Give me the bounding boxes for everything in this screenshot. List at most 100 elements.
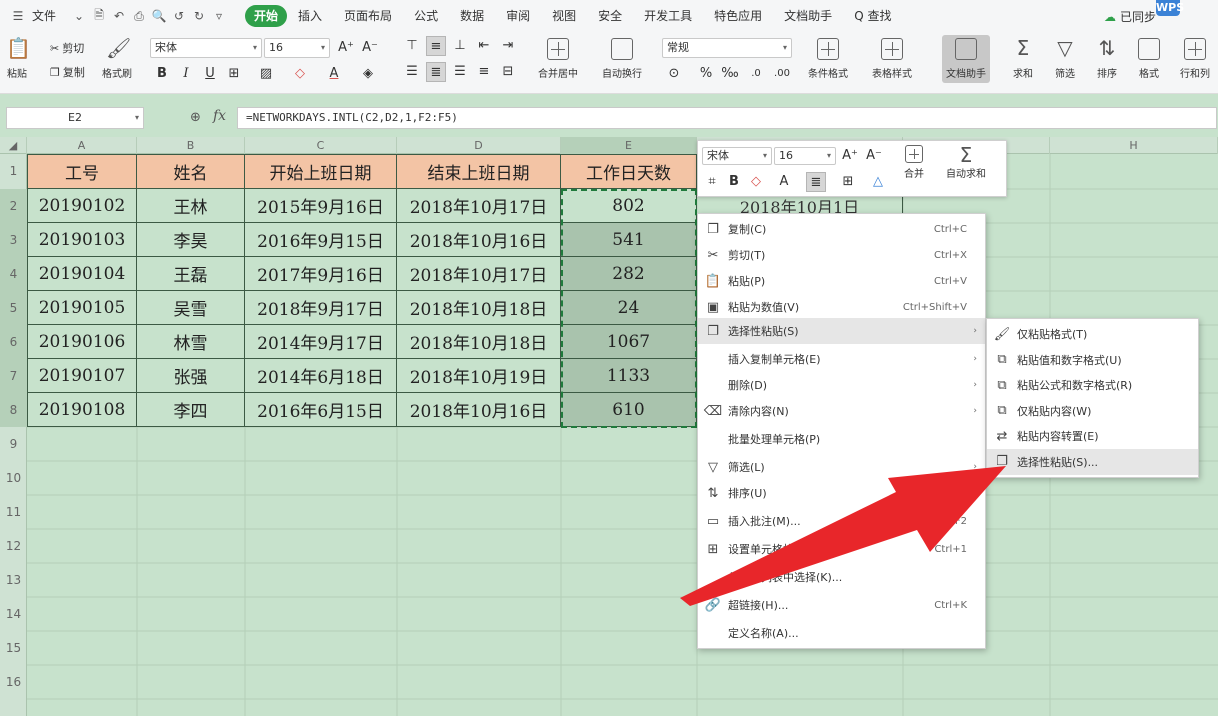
align-top-button[interactable]: ⊤ [402, 36, 422, 56]
row-header-4[interactable]: 4 [0, 257, 27, 291]
print-preview-icon[interactable]: 🔍 [151, 8, 167, 24]
cell-d3[interactable]: 2018年10月16日 [397, 223, 561, 257]
align-middle-button[interactable]: ≡ [426, 36, 446, 56]
bold-button[interactable]: B [152, 64, 172, 84]
align-bottom-button[interactable]: ⊥ [450, 36, 470, 56]
cell-b4[interactable]: 王磊 [137, 257, 245, 291]
tab-8[interactable]: 开发工具 [633, 5, 703, 27]
tab-3[interactable]: 公式 [403, 5, 449, 27]
file-menu[interactable]: 文件 [30, 5, 67, 27]
format-painter-button[interactable]: 🖌 格式刷 [102, 38, 132, 80]
distribute-button[interactable]: ⊟ [498, 62, 518, 82]
currency-icon[interactable]: ⊙ [664, 64, 684, 84]
row-col-button[interactable]: 行和列 [1180, 38, 1210, 80]
mini-bold-button[interactable]: B [724, 172, 744, 192]
print-icon[interactable]: ⎙ [131, 8, 147, 24]
tab-7[interactable]: 安全 [587, 5, 633, 27]
font-name-select[interactable]: 宋体 ▾ [150, 38, 262, 58]
cell-e3[interactable]: 541 [561, 223, 697, 257]
cell-e8[interactable]: 610 [561, 393, 697, 427]
row-header-15[interactable]: 15 [0, 631, 27, 665]
name-box[interactable]: E2 ▾ [6, 107, 144, 129]
context-menu-item-10[interactable]: ⇅ 排序(U) › [698, 480, 985, 506]
sum-button[interactable]: Σ 求和 [1012, 38, 1034, 80]
row-header-16[interactable]: 16 [0, 665, 27, 699]
cell-c4[interactable]: 2017年9月16日 [245, 257, 397, 291]
justify-button[interactable]: ≡ [474, 62, 494, 82]
header-cell-c[interactable]: 开始上班日期 [245, 154, 397, 189]
context-menu-item-14[interactable]: 🔗 超链接(H)... Ctrl+K [698, 592, 985, 618]
mini-format-painter-icon[interactable]: ⌗ [702, 172, 722, 192]
mini-align-center-button[interactable]: ≣ [806, 172, 826, 192]
cell-c3[interactable]: 2016年9月15日 [245, 223, 397, 257]
select-all-corner[interactable]: ◢ [0, 137, 27, 154]
row-header-3[interactable]: 3 [0, 223, 27, 257]
font-shrink-button[interactable]: A⁻ [360, 38, 380, 58]
tab-2[interactable]: 页面布局 [333, 5, 403, 27]
mini-fill-color-button[interactable]: ◇ [746, 172, 766, 192]
fill-color-button[interactable]: ◇ [290, 64, 310, 84]
align-right-button[interactable]: ☰ [450, 62, 470, 82]
filter-button[interactable]: ▽ 筛选 [1054, 38, 1076, 80]
cell-b8[interactable]: 李四 [137, 393, 245, 427]
cell-c7[interactable]: 2014年6月18日 [245, 359, 397, 393]
dropdown-icon[interactable]: ▿ [211, 8, 227, 24]
column-header-e[interactable]: E [561, 137, 697, 154]
font-grow-button[interactable]: A⁺ [336, 38, 356, 58]
table-style-button[interactable]: 表格样式 [872, 38, 912, 80]
tab-4[interactable]: 数据 [449, 5, 495, 27]
context-menu-item-3[interactable]: ▣ 粘贴为数值(V) Ctrl+Shift+V [698, 294, 985, 320]
mini-font-grow-button[interactable]: A⁺ [840, 146, 860, 166]
mini-border-button[interactable]: ⊞ [838, 172, 858, 192]
align-left-button[interactable]: ☰ [402, 62, 422, 82]
thousands-icon[interactable]: ‰ [720, 64, 740, 84]
row-header-14[interactable]: 14 [0, 597, 27, 631]
context-menu-item-1[interactable]: ✂ 剪切(T) Ctrl+X [698, 242, 985, 268]
redo-icon[interactable]: ↻ [191, 8, 207, 24]
cell-a2[interactable]: 20190102 [27, 189, 137, 223]
mini-autosum-button[interactable]: Σ 自动求和 [946, 145, 986, 180]
submenu-item-0[interactable]: 🖌 仅粘贴格式(T) [987, 321, 1198, 347]
cell-c6[interactable]: 2014年9月17日 [245, 325, 397, 359]
submenu-item-4[interactable]: ⇄ 粘贴内容转置(E) [987, 423, 1198, 449]
row-header-2[interactable]: 2 [0, 189, 27, 223]
context-menu-item-11[interactable]: ▭ 插入批注(M)... Shift+F2 [698, 508, 985, 534]
context-menu-item-13[interactable]: 从下拉列表中选择(K)... [698, 564, 985, 590]
sort-button[interactable]: ⇅ 排序 [1096, 38, 1118, 80]
mini-fill-bucket-button[interactable]: △ [868, 172, 888, 192]
align-center-button[interactable]: ≣ [426, 62, 446, 82]
mini-font-name-select[interactable]: 宋体 ▾ [702, 147, 772, 165]
header-cell-b[interactable]: 姓名 [137, 154, 245, 189]
wrap-text-button[interactable]: 自动换行 [602, 38, 642, 80]
context-menu-item-4[interactable]: ❐ 选择性粘贴(S) › [698, 318, 985, 344]
row-header-1[interactable]: 1 [0, 154, 27, 189]
save-icon[interactable]: 🗎 [91, 8, 107, 24]
clear-format-button[interactable]: ◈ [358, 64, 378, 84]
column-header-h[interactable]: H [1050, 137, 1218, 154]
hamburger-icon[interactable]: ☰ [10, 8, 26, 24]
context-menu-item-15[interactable]: 定义名称(A)... [698, 620, 985, 646]
cell-a8[interactable]: 20190108 [27, 393, 137, 427]
tab-0[interactable]: 开始 [245, 5, 288, 27]
tab-5[interactable]: 审阅 [495, 5, 541, 27]
border-button[interactable]: ⊞ [224, 64, 244, 84]
row-header-7[interactable]: 7 [0, 359, 27, 393]
paste-button[interactable]: 📋 粘贴 [6, 38, 31, 80]
row-header-8[interactable]: 8 [0, 393, 27, 427]
row-header-6[interactable]: 6 [0, 325, 27, 359]
number-format-select[interactable]: 常规 ▾ [662, 38, 792, 58]
header-cell-d[interactable]: 结束上班日期 [397, 154, 561, 189]
submenu-item-3[interactable]: ⧉ 仅粘贴内容(W) [987, 398, 1198, 424]
cell-d4[interactable]: 2018年10月17日 [397, 257, 561, 291]
search-button[interactable]: Q 查找 [843, 5, 902, 27]
column-header-b[interactable]: B [137, 137, 245, 154]
column-header-d[interactable]: D [397, 137, 561, 154]
indent-increase-button[interactable]: ⇥ [498, 36, 518, 56]
context-menu-item-7[interactable]: ⌫ 清除内容(N) › [698, 398, 985, 424]
cell-d5[interactable]: 2018年10月18日 [397, 291, 561, 325]
fill-type-button[interactable]: ▨ [256, 64, 276, 84]
cell-b7[interactable]: 张强 [137, 359, 245, 393]
cell-a5[interactable]: 20190105 [27, 291, 137, 325]
italic-button[interactable]: I [176, 64, 196, 84]
row-header-10[interactable]: 10 [0, 461, 27, 495]
